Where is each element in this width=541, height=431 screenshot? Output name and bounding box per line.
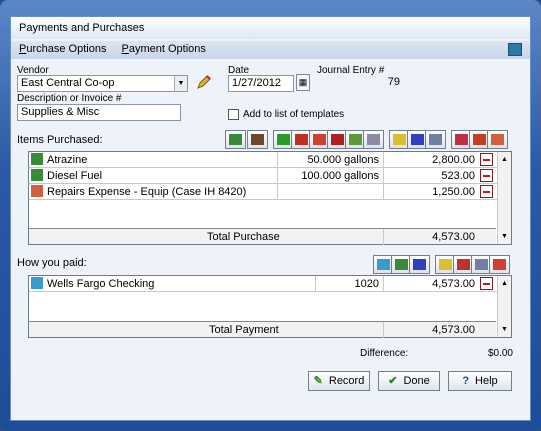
- item-qty: 50.000 gallons: [307, 154, 379, 166]
- item-amount: 523.00: [441, 170, 475, 182]
- document-icon[interactable]: [363, 130, 384, 149]
- auto-icon[interactable]: [425, 130, 446, 149]
- journal-entry-value: 79: [317, 75, 403, 92]
- total-purchase-label: Total Purchase: [207, 231, 280, 243]
- item-money-icon[interactable]: [225, 130, 246, 149]
- item-name: Repairs Expense - Equip (Case IH 8420): [47, 186, 247, 198]
- livestock-icon[interactable]: [247, 130, 268, 149]
- credit-card-icon[interactable]: [409, 255, 430, 274]
- scroll-up-icon[interactable]: ▲: [498, 153, 511, 166]
- remove-row-icon[interactable]: [480, 153, 493, 166]
- add-template-checkbox[interactable]: [228, 109, 239, 120]
- difference-label: Difference:: [360, 348, 409, 359]
- payment-ref: 1020: [354, 278, 379, 290]
- item-name: Atrazine: [47, 154, 88, 166]
- question-icon: ?: [462, 375, 470, 387]
- calculator-icon[interactable]: [508, 43, 522, 56]
- add-template-label: Add to list of templates: [243, 109, 345, 120]
- items-purchased-label: Items Purchased:: [17, 134, 103, 146]
- remove-row-icon[interactable]: [480, 169, 493, 182]
- record-button[interactable]: ✎ Record: [308, 371, 370, 391]
- payment-scrollbar[interactable]: ▲ ▼: [497, 276, 511, 337]
- window-title: Payments and Purchases: [11, 17, 530, 39]
- vendor-dropdown[interactable]: East Central Co-op ▼: [17, 75, 188, 92]
- menu-payment-options[interactable]: Payment Options: [122, 43, 206, 55]
- how-you-paid-label: How you paid:: [17, 257, 87, 269]
- item-qty: 100.000 gallons: [301, 170, 379, 182]
- total-payment-value: 4,573.00: [432, 324, 475, 336]
- table-row[interactable]: Diesel Fuel 100.000 gallons 523.00: [29, 168, 511, 184]
- total-purchase-bar: Total Purchase 4,573.00: [29, 228, 496, 245]
- menu-purchase-options[interactable]: Purchase Options: [19, 43, 106, 55]
- date-field[interactable]: 1/27/2012: [228, 75, 294, 92]
- pencil-icon: ✎: [313, 375, 323, 387]
- total-purchase-value: 4,573.00: [432, 231, 475, 243]
- items-grid: Atrazine 50.000 gallons 2,800.00 Diesel …: [28, 151, 512, 245]
- calendar-icon[interactable]: ▦: [296, 74, 310, 91]
- item-amount: 2,800.00: [432, 154, 475, 166]
- scroll-down-icon[interactable]: ▼: [498, 323, 511, 336]
- table-row[interactable]: Repairs Expense - Equip (Case IH 8420) 1…: [29, 184, 511, 200]
- menu-bar: Purchase Options Payment Options: [11, 41, 530, 59]
- description-label: Description or Invoice #: [17, 93, 122, 104]
- table-row[interactable]: Atrazine 50.000 gallons 2,800.00: [29, 152, 511, 168]
- repair-icon[interactable]: [487, 130, 508, 149]
- bank-account-icon: [31, 276, 46, 292]
- checkmark-icon: ✔: [388, 375, 398, 387]
- description-input[interactable]: Supplies & Misc: [17, 104, 181, 121]
- scroll-up-icon[interactable]: ▲: [498, 277, 511, 290]
- payment-amount: 4,573.00: [432, 278, 475, 290]
- total-payment-bar: Total Payment 4,573.00: [29, 321, 496, 338]
- payment-account: Wells Fargo Checking: [47, 278, 155, 290]
- tractor-icon[interactable]: [489, 255, 510, 274]
- edit-vendor-pencil-icon[interactable]: [195, 74, 213, 92]
- difference-value: $0.00: [487, 348, 513, 359]
- fertilizer-icon: [31, 152, 46, 168]
- scroll-down-icon[interactable]: ▼: [498, 230, 511, 243]
- total-payment-label: Total Payment: [209, 324, 279, 336]
- done-button[interactable]: ✔ Done: [378, 371, 440, 391]
- item-amount: 1,250.00: [432, 186, 475, 198]
- remove-row-icon[interactable]: [480, 185, 493, 198]
- fuel-icon: [31, 168, 46, 184]
- payment-grid: Wells Fargo Checking 1020 4,573.00 ▲ ▼ T…: [28, 275, 512, 338]
- table-row[interactable]: Wells Fargo Checking 1020 4,573.00: [29, 276, 511, 292]
- remove-row-icon[interactable]: [480, 277, 493, 290]
- payments-window: Payments and Purchases Purchase Options …: [10, 16, 531, 421]
- items-scrollbar[interactable]: ▲ ▼: [497, 152, 511, 244]
- repair-icon: [31, 184, 46, 200]
- item-name: Diesel Fuel: [47, 170, 103, 182]
- help-button[interactable]: ? Help: [448, 371, 512, 391]
- chevron-down-icon[interactable]: ▼: [174, 76, 187, 91]
